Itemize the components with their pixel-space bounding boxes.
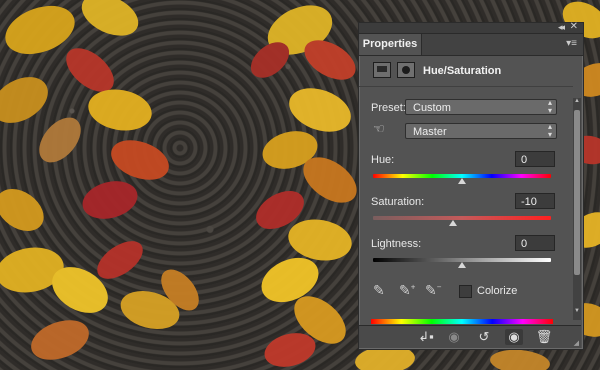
close-icon[interactable]: ✕	[570, 21, 578, 32]
colorize-checkbox[interactable]	[459, 285, 472, 298]
saturation-slider-track[interactable]	[373, 216, 551, 220]
eyedropper-icon[interactable]: ✎	[373, 282, 385, 299]
channel-value: Master	[413, 126, 447, 138]
select-arrows-icon: ▴ ▾	[547, 98, 552, 115]
lightness-input[interactable]: 0	[515, 235, 555, 251]
visibility-eye-icon[interactable]: ◉	[505, 329, 523, 345]
hue-slider-thumb[interactable]	[458, 178, 466, 184]
trash-icon[interactable]: 🗑	[535, 329, 553, 345]
tab-properties[interactable]: Properties	[359, 34, 422, 55]
clip-to-layer-icon[interactable]: ↲▪	[417, 329, 435, 345]
saturation-slider-thumb[interactable]	[449, 220, 458, 226]
select-arrows-icon: ▴ ▾	[547, 122, 552, 139]
preset-value: Custom	[413, 102, 451, 114]
panel-bottom-toolbar: ↲▪ ◉ ↺ ◉ 🗑 ◢	[359, 325, 581, 348]
saturation-label: Saturation:	[371, 196, 425, 208]
channel-select[interactable]: Master ▴ ▾	[405, 123, 557, 139]
eyedropper-plus-icon[interactable]: ✎+	[399, 282, 415, 299]
hue-label: Hue:	[371, 154, 395, 166]
view-previous-icon[interactable]: ◉	[445, 329, 463, 345]
hue-spectrum-bar	[371, 319, 553, 324]
panel-scrollbar[interactable]: ▲ ▼	[573, 98, 581, 320]
colorize-label: Colorize	[477, 285, 518, 297]
eyedropper-minus-icon[interactable]: ✎−	[425, 282, 441, 299]
panel-menu-icon[interactable]: ▾≡	[566, 38, 577, 49]
scroll-up-icon[interactable]: ▲	[574, 98, 580, 104]
adjustment-layer-icon[interactable]	[373, 62, 391, 78]
double-chevron-icon[interactable]: ◂◂	[558, 22, 565, 33]
lightness-label: Lightness:	[371, 238, 422, 250]
preset-select[interactable]: Custom ▴ ▾	[405, 99, 557, 115]
properties-panel: ◂◂ ✕ Properties ▾≡ Hue/Saturation Preset…	[358, 21, 584, 350]
scrollbar-thumb[interactable]	[574, 110, 580, 275]
scroll-down-icon[interactable]: ▼	[574, 308, 580, 314]
adjustment-header: Hue/Saturation	[359, 56, 573, 87]
panel-tab-row: Properties ▾≡	[359, 34, 583, 56]
hue-input[interactable]: 0	[515, 151, 555, 167]
preset-label: Preset:	[371, 102, 406, 114]
hand-adjust-icon[interactable]: ☜	[373, 121, 385, 137]
panel-titlebar: ◂◂ ✕	[359, 21, 583, 34]
adjustment-title: Hue/Saturation	[423, 65, 502, 77]
lightness-slider-thumb[interactable]	[458, 262, 466, 268]
mask-icon[interactable]	[397, 62, 415, 78]
reset-icon[interactable]: ↺	[475, 329, 493, 345]
resize-grip-icon[interactable]: ◢	[574, 339, 579, 347]
saturation-input[interactable]: -10	[515, 193, 555, 209]
